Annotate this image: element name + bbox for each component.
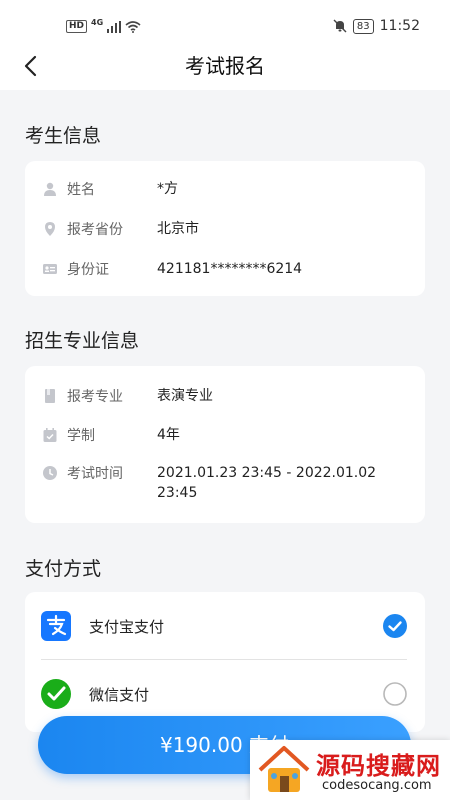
info-label: 报考专业 — [67, 389, 123, 405]
radio-unchecked-icon[interactable] — [383, 682, 407, 706]
info-label: 姓名 — [67, 182, 95, 198]
wifi-icon — [125, 20, 141, 33]
network-label: 4G — [91, 18, 104, 27]
page-title: 考试报名 — [185, 54, 265, 78]
radio-checked-icon[interactable] — [383, 614, 407, 638]
divider — [41, 659, 407, 660]
major-section-title: 招生专业信息 — [25, 330, 140, 352]
info-label: 学制 — [67, 428, 95, 444]
payment-option-label: 支付宝支付 — [89, 618, 165, 636]
status-right: 83 11:52 — [333, 18, 420, 34]
user-icon — [44, 182, 56, 196]
bell-muted-icon — [333, 19, 347, 33]
info-value: 4年 — [157, 427, 180, 443]
info-label: 考试时间 — [67, 466, 123, 482]
location-pin-icon — [45, 222, 55, 236]
hd-badge: HD — [66, 20, 88, 33]
battery-indicator: 83 — [352, 18, 374, 34]
payment-option-alipay[interactable]: 支付宝支付 — [25, 596, 425, 656]
watermark-title: 源码搜藏网 — [316, 752, 441, 780]
clock-time: 11:52 — [379, 18, 420, 34]
info-value: 421181********6214 — [157, 261, 303, 277]
watermark-logo: 源码搜藏网 codesocang.com — [250, 740, 450, 800]
info-value: 北京市 — [157, 221, 199, 237]
info-value: *方 — [157, 181, 178, 197]
id-card-icon — [43, 264, 57, 274]
wechat-pay-icon — [41, 679, 71, 709]
payment-card: 支付宝支付 微信支付 — [25, 592, 425, 732]
status-left: HD 4G — [66, 18, 141, 33]
major-info-card: 报考专业 表演专业 学制 4年 考试时间 2021.01.23 23:45 - … — [25, 366, 425, 523]
navigation-bar: 考试报名 — [0, 52, 450, 90]
payment-option-wechat[interactable]: 微信支付 — [25, 664, 425, 724]
watermark-subtitle: codesocang.com — [322, 778, 432, 793]
status-bar: HD 4G 83 11:52 — [0, 0, 450, 52]
info-label: 报考省份 — [67, 222, 123, 238]
info-label: 身份证 — [67, 262, 109, 278]
info-value: 2021.01.23 23:45 - 2022.01.02 23:45 — [157, 465, 377, 501]
info-value: 表演专业 — [157, 388, 213, 404]
house-logo-icon — [258, 746, 310, 792]
alipay-icon — [41, 611, 71, 641]
payment-option-label: 微信支付 — [89, 686, 150, 704]
candidate-section-title: 考生信息 — [25, 125, 102, 147]
clock-icon — [43, 466, 57, 480]
candidate-info-card: 姓名 *方 报考省份 北京市 身份证 421181********6214 — [25, 161, 425, 296]
book-icon — [45, 389, 55, 403]
calendar-check-icon — [43, 428, 57, 442]
payment-section-title: 支付方式 — [25, 558, 102, 580]
signal-icon — [107, 20, 122, 33]
